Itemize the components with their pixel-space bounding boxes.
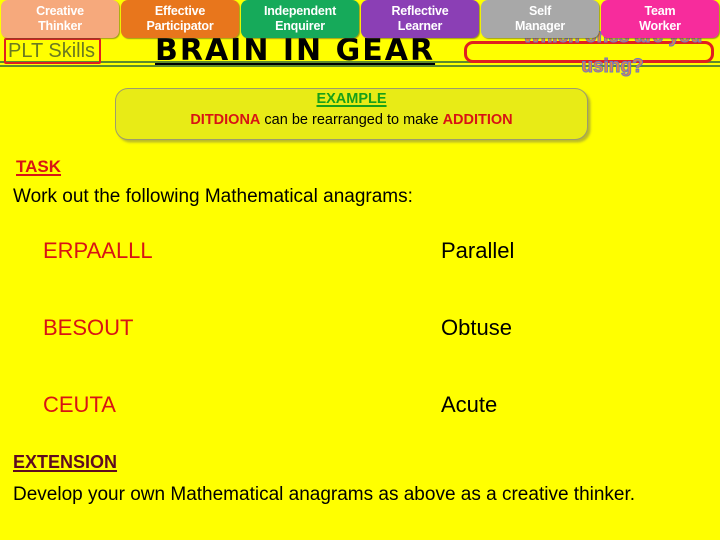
plt-badge-line1: Self	[528, 4, 552, 18]
anagram-row: BESOUT Obtuse	[0, 315, 720, 392]
task-instruction: Work out the following Mathematical anag…	[13, 186, 413, 207]
anagram-clue: ERPAALLL	[43, 238, 153, 263]
plt-badge-effective-participator[interactable]: Effective Participator	[121, 0, 239, 38]
plt-skills-badge-strip: Creative Thinker Effective Participator …	[0, 0, 720, 38]
plt-badge-line2: Enquirer	[275, 19, 325, 33]
example-connector: can be rearranged to make	[260, 112, 443, 128]
plt-badge-line1: Independent	[263, 4, 337, 18]
task-heading: TASK	[16, 157, 62, 176]
example-answer: ADDITION	[442, 112, 513, 128]
plt-badge-line1: Reflective	[391, 4, 449, 18]
plt-badge-reflective-learner[interactable]: Reflective Learner	[361, 0, 479, 38]
plt-skills-highlight-box	[4, 38, 101, 64]
plt-badge-line1: Team	[644, 4, 676, 18]
anagram-clue: CEUTA	[43, 392, 116, 417]
example-heading: EXAMPLE	[316, 91, 387, 107]
plt-badge-team-worker[interactable]: Team Worker	[601, 0, 719, 38]
anagram-clue: BESOUT	[43, 315, 134, 340]
anagram-solution: Acute	[441, 392, 498, 417]
plt-badge-independent-enquirer[interactable]: Independent Enquirer	[241, 0, 359, 38]
plt-badge-line2: Manager	[514, 19, 565, 33]
plt-badge-line2: Thinker	[38, 19, 82, 33]
extension-body: Develop your own Mathematical anagrams a…	[13, 484, 636, 505]
plt-badge-self-manager[interactable]: Self Manager	[481, 0, 599, 38]
page-title: BRAIN IN GEAR	[155, 33, 436, 68]
plt-badge-line1: Effective	[154, 4, 206, 18]
anagram-solution: Obtuse	[441, 315, 512, 340]
plt-badge-line2: Worker	[639, 19, 681, 33]
anagram-row: ERPAALLL Parallel	[0, 238, 720, 315]
example-anagram: DITDIONA	[190, 112, 261, 128]
anagram-list: ERPAALLL Parallel BESOUT Obtuse CEUTA Ac…	[0, 238, 720, 469]
extension-heading: EXTENSION	[13, 452, 118, 472]
plt-badge-line1: Creative	[36, 4, 84, 18]
plt-badge-line2: Participator	[146, 19, 214, 33]
plt-badge-creative-thinker[interactable]: Creative Thinker	[1, 0, 119, 38]
anagram-solution: Parallel	[441, 238, 515, 263]
example-sentence: DITDIONA can be rearranged to make ADDIT…	[115, 112, 588, 128]
plt-badge-line2: Learner	[397, 19, 443, 33]
